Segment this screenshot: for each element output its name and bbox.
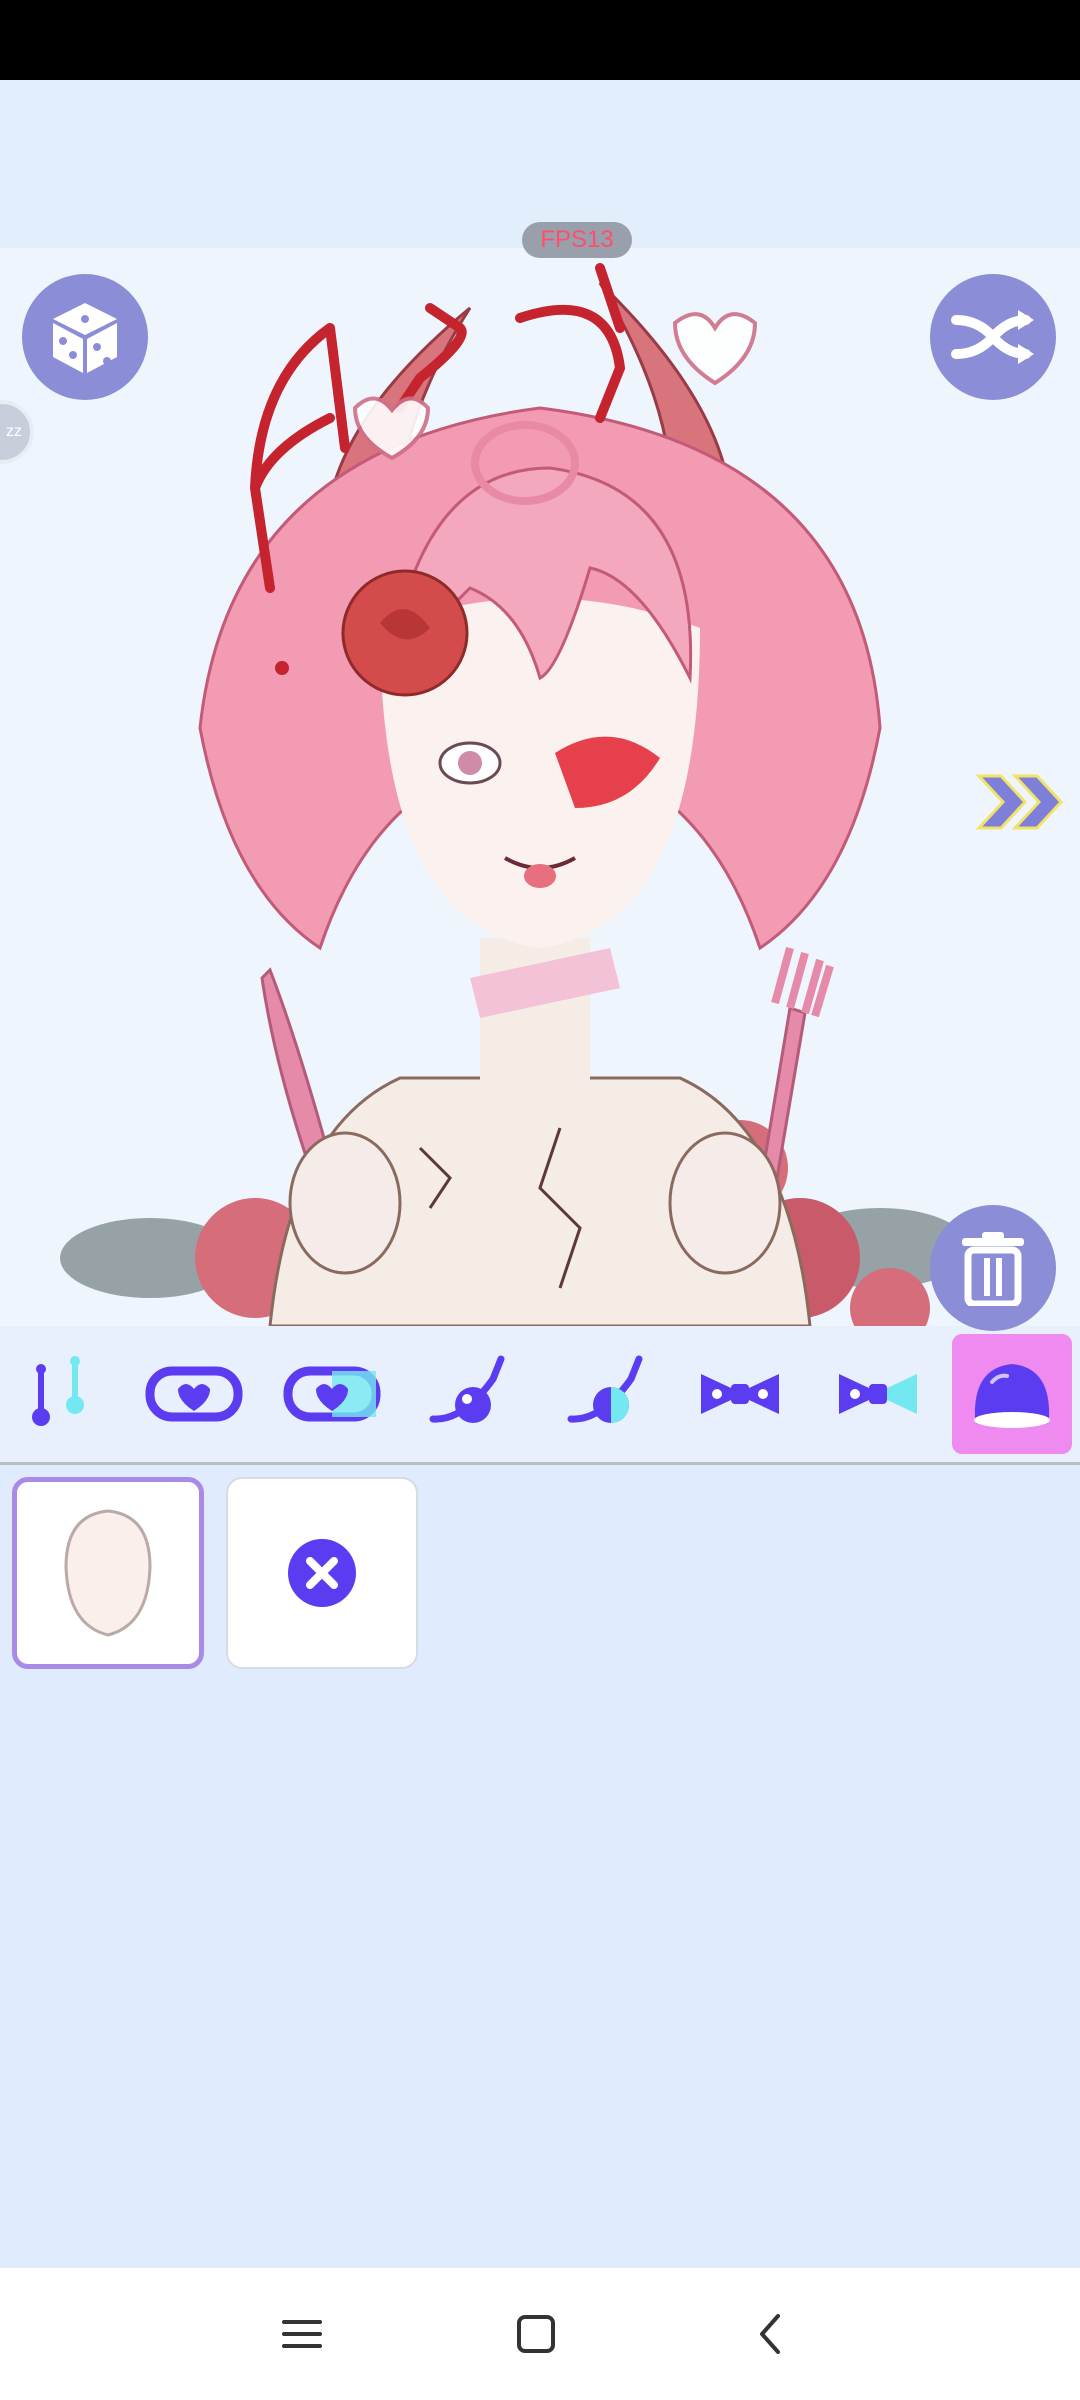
tab-bow-alt[interactable] (820, 1336, 936, 1452)
menu-icon[interactable] (272, 2304, 332, 2364)
shuffle-button[interactable] (930, 274, 1056, 400)
remove-x-icon (288, 1539, 356, 1607)
blob-icon (974, 1364, 1050, 1428)
face-base-icon (64, 1509, 152, 1637)
back-icon[interactable] (742, 2304, 802, 2364)
character-illustration (60, 263, 970, 1326)
double-chevron-right-icon[interactable] (975, 772, 1067, 832)
option-face-base[interactable] (12, 1477, 204, 1669)
shuffle-icon (951, 310, 1034, 364)
option-remove[interactable] (226, 1477, 418, 1669)
earrings-icon (32, 1356, 84, 1426)
tab-pendant[interactable] (410, 1336, 526, 1452)
heart-choker-alt-icon (283, 1366, 381, 1422)
tab-earrings[interactable] (0, 1336, 116, 1452)
trash-icon (962, 1232, 1024, 1306)
bow-icon (701, 1374, 779, 1414)
side-handle-label: zz (6, 423, 22, 440)
pendant-icon (429, 1355, 505, 1423)
status-bar (0, 0, 1080, 80)
category-toolbar (0, 1326, 1080, 1465)
home-icon[interactable] (506, 2304, 566, 2364)
dice-icon (53, 303, 117, 373)
tab-heart-choker-alt[interactable] (274, 1336, 390, 1452)
randomize-button[interactable] (22, 274, 148, 400)
heart-choker-icon (145, 1366, 243, 1422)
pendant-alt-icon (567, 1355, 643, 1423)
options-panel (0, 1465, 1080, 2265)
tab-bow[interactable] (682, 1336, 798, 1452)
tab-pendant-alt[interactable] (548, 1336, 664, 1452)
character-canvas[interactable] (0, 248, 1080, 1326)
tab-blob[interactable] (952, 1334, 1072, 1454)
system-nav-bar (0, 2268, 1080, 2400)
delete-button[interactable] (930, 1205, 1056, 1331)
bow-alt-icon (839, 1374, 917, 1414)
fps-badge: FPS13 (522, 222, 632, 258)
tab-heart-choker[interactable] (136, 1336, 252, 1452)
